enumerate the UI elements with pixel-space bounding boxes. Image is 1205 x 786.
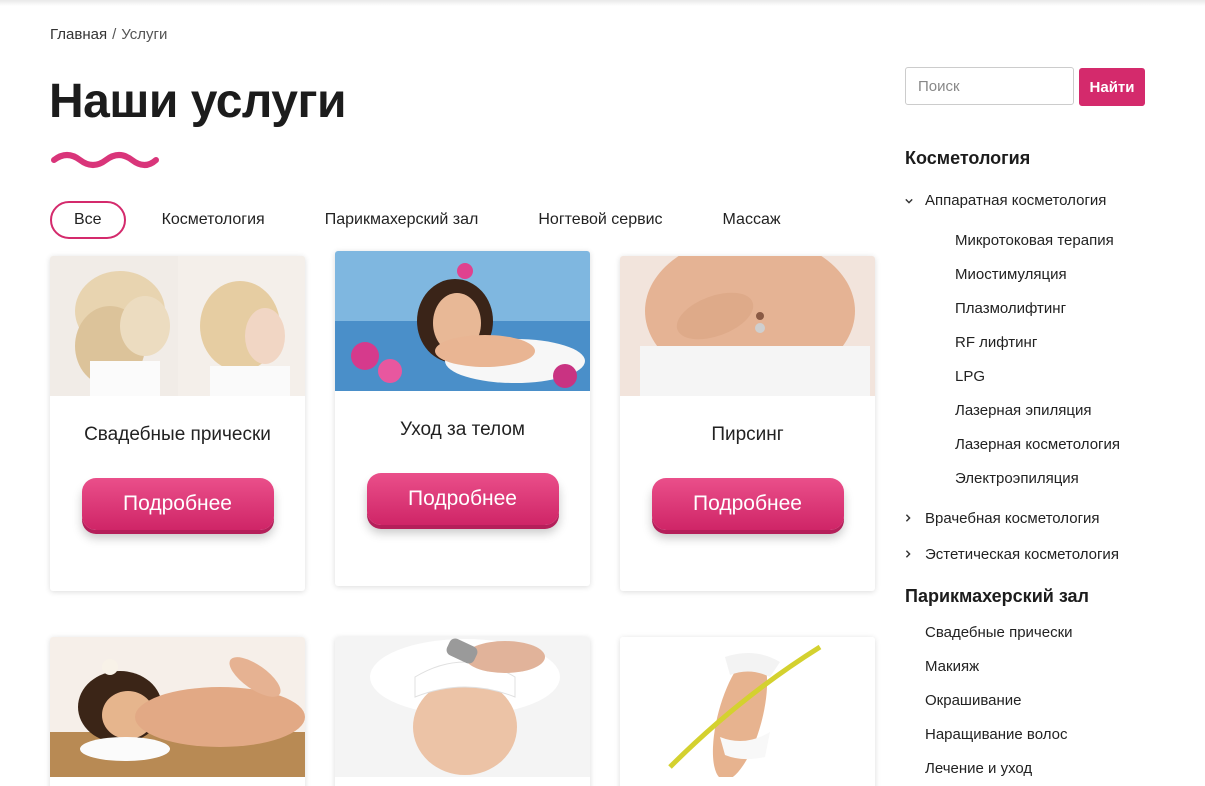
breadcrumb-separator: / bbox=[112, 26, 117, 43]
sidebar-item[interactable]: Наращивание волос bbox=[925, 726, 1067, 743]
sidebar-item[interactable]: Окрашивание bbox=[925, 692, 1021, 709]
breadcrumb-current: Услуги bbox=[121, 26, 168, 43]
wedding-hair-image[interactable] bbox=[50, 256, 305, 396]
sidebar-heading-cosmetology[interactable]: Косметология bbox=[905, 148, 1030, 169]
massage-image[interactable] bbox=[50, 637, 305, 777]
sidebar-subitem[interactable]: Микротоковая терапия bbox=[955, 232, 1114, 249]
sidebar-subitem[interactable]: Лазерная косметология bbox=[955, 436, 1120, 453]
search-input[interactable] bbox=[905, 67, 1074, 105]
service-card-figure bbox=[620, 637, 875, 786]
search-button[interactable]: Найти bbox=[1079, 68, 1145, 106]
filter-nail-service[interactable]: Ногтевой сервис bbox=[514, 201, 686, 239]
body-care-image[interactable] bbox=[335, 251, 590, 391]
figure-correction-image[interactable] bbox=[620, 637, 875, 777]
sidebar-item-aesthetic-cosmetology[interactable]: Эстетическая косметология bbox=[925, 546, 1119, 563]
filter-cosmetology[interactable]: Косметология bbox=[138, 201, 289, 239]
title-wave-decoration bbox=[51, 152, 159, 168]
sidebar-item[interactable]: Лечение и уход bbox=[925, 760, 1032, 777]
service-card-facial bbox=[335, 637, 590, 786]
piercing-image[interactable] bbox=[620, 256, 875, 396]
sidebar-subitem[interactable]: Миостимуляция bbox=[955, 266, 1067, 283]
sidebar-subitem[interactable]: LPG bbox=[955, 368, 985, 385]
header-shadow bbox=[0, 0, 1205, 6]
service-card-body-care: Уход за телом Подробнее bbox=[335, 251, 590, 586]
filter-massage[interactable]: Массаж bbox=[699, 201, 805, 239]
category-filter-tabs: Все Косметология Парикмахерский зал Ногт… bbox=[50, 200, 817, 240]
filter-hair-salon[interactable]: Парикмахерский зал bbox=[301, 201, 503, 239]
filter-all[interactable]: Все bbox=[50, 201, 126, 239]
sidebar-subitem[interactable]: Плазмолифтинг bbox=[955, 300, 1066, 317]
sidebar-item[interactable]: Макияж bbox=[925, 658, 979, 675]
card-title: Свадебные прически bbox=[84, 424, 271, 445]
sidebar-subitem[interactable]: Электроэпиляция bbox=[955, 470, 1079, 487]
chevron-right-icon[interactable] bbox=[904, 550, 912, 558]
chevron-down-icon[interactable] bbox=[905, 197, 913, 205]
service-card-massage bbox=[50, 637, 305, 786]
service-card-piercing: Пирсинг Подробнее bbox=[620, 256, 875, 591]
service-card-wedding-hair: Свадебные прически Подробнее bbox=[50, 256, 305, 591]
sidebar-subitem[interactable]: Лазерная эпиляция bbox=[955, 402, 1091, 419]
breadcrumb-home[interactable]: Главная bbox=[50, 26, 107, 43]
sidebar-heading-hair-salon[interactable]: Парикмахерский зал bbox=[905, 586, 1089, 607]
facial-image[interactable] bbox=[335, 637, 590, 777]
details-button[interactable]: Подробнее bbox=[366, 473, 559, 525]
card-title: Уход за телом bbox=[400, 419, 525, 440]
card-title: Пирсинг bbox=[711, 424, 784, 445]
details-button[interactable]: Подробнее bbox=[651, 478, 844, 530]
sidebar-subitem[interactable]: RF лифтинг bbox=[955, 334, 1037, 351]
sidebar-item-hardware-cosmetology[interactable]: Аппаратная косметология bbox=[925, 192, 1106, 209]
page-title: Наши услуги bbox=[49, 75, 346, 128]
details-button[interactable]: Подробнее bbox=[81, 478, 274, 530]
sidebar-item[interactable]: Свадебные прически bbox=[925, 624, 1073, 641]
breadcrumb: Главная / Услуги bbox=[50, 26, 167, 43]
chevron-right-icon[interactable] bbox=[904, 514, 912, 522]
sidebar-item-medical-cosmetology[interactable]: Врачебная косметология bbox=[925, 510, 1100, 527]
